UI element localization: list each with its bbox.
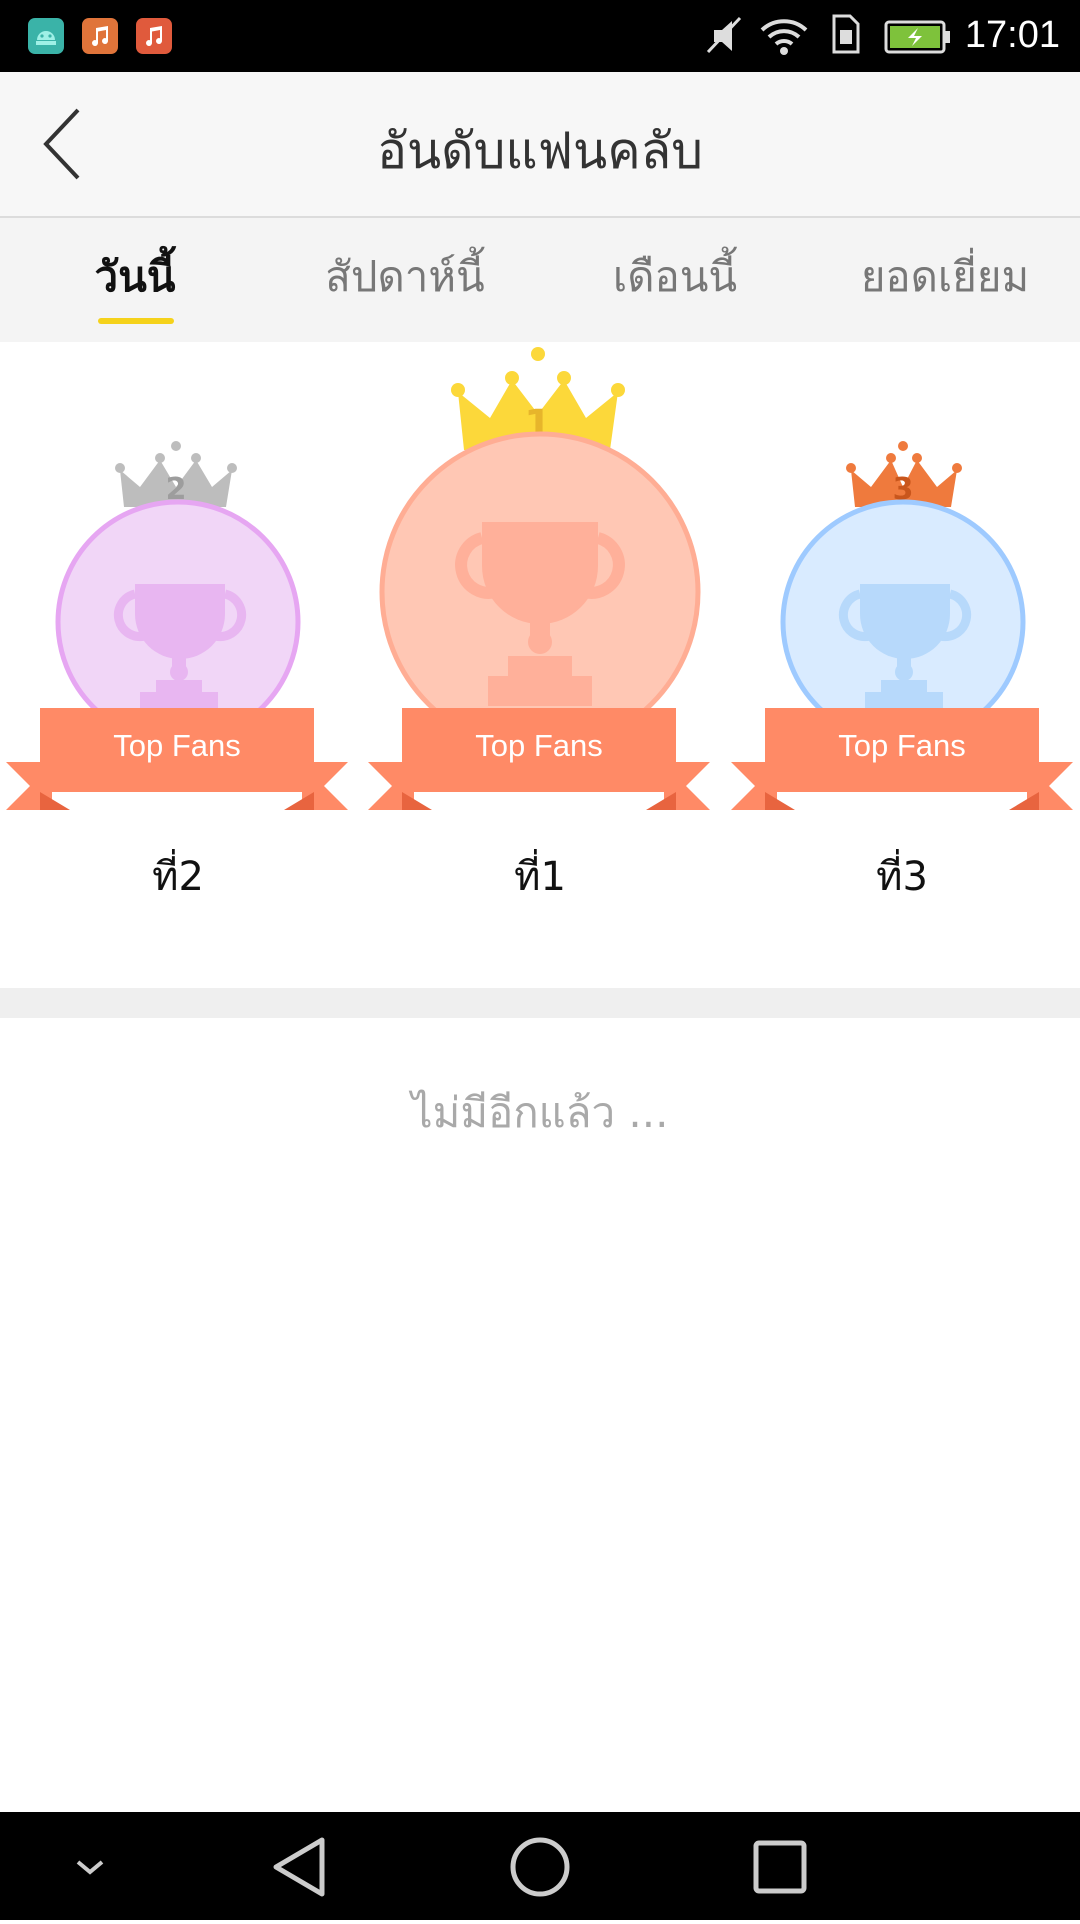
section-divider	[0, 988, 1080, 1018]
third-place-badge: 3	[731, 441, 1073, 810]
nav-recents-button[interactable]	[720, 1812, 840, 1920]
music-icon	[82, 18, 118, 54]
home-circle-icon	[510, 1837, 570, 1897]
mute-icon	[706, 16, 742, 54]
tab-this-week[interactable]: สัปดาห์นี้	[300, 244, 510, 334]
status-bar: 17:01	[0, 0, 1080, 72]
active-tab-indicator	[98, 318, 174, 324]
fan-podium: 2 Top Fans ที่2 1 Top Fans ที่1 3 Top Fa…	[0, 342, 1080, 988]
ribbon-label: Top Fans	[113, 728, 241, 763]
ribbon-label: Top Fans	[838, 728, 966, 763]
recents-square-icon	[753, 1840, 807, 1894]
podium-first-place[interactable]: 1 Top Fans	[362, 342, 722, 842]
sim-icon	[832, 14, 860, 54]
system-nav-bar	[0, 1812, 1080, 1920]
first-place-badge: 1	[368, 347, 710, 810]
tab-best[interactable]: ยอดเยี่ยม	[840, 244, 1050, 334]
tab-this-month[interactable]: เดือนนี้	[580, 244, 770, 334]
nav-back-button[interactable]	[240, 1812, 360, 1920]
android-icon	[28, 18, 64, 54]
rank-third-label: ที่3	[876, 854, 928, 900]
battery-charging-icon	[884, 20, 950, 54]
page-title: อันดับแฟนคลับ	[376, 122, 704, 180]
podium-third-place[interactable]: 3 Top Fans	[725, 342, 1080, 842]
rank-second-label: ที่2	[152, 854, 204, 900]
podium-second-place[interactable]: 2 Top Fans	[0, 342, 360, 842]
music-icon	[136, 18, 172, 54]
back-triangle-icon	[273, 1837, 325, 1897]
ribbon-label: Top Fans	[475, 728, 603, 763]
hide-nav-button[interactable]	[30, 1812, 150, 1920]
rank-first-label: ที่1	[514, 854, 566, 900]
wifi-icon	[760, 19, 808, 55]
chevron-down-icon	[76, 1860, 104, 1875]
tab-bar: วันนี้ สัปดาห์นี้ เดือนนี้ ยอดเยี่ยม	[0, 218, 1080, 342]
second-place-badge: 2	[6, 441, 348, 810]
empty-list-message: ไม่มีอีกแล้ว ...	[411, 1088, 669, 1137]
nav-home-button[interactable]	[480, 1812, 600, 1920]
clock: 17:01	[964, 14, 1060, 56]
crown-icon: 2	[115, 441, 237, 507]
crown-icon: 3	[846, 441, 962, 507]
app-bar: อันดับแฟนคลับ	[0, 72, 1080, 218]
